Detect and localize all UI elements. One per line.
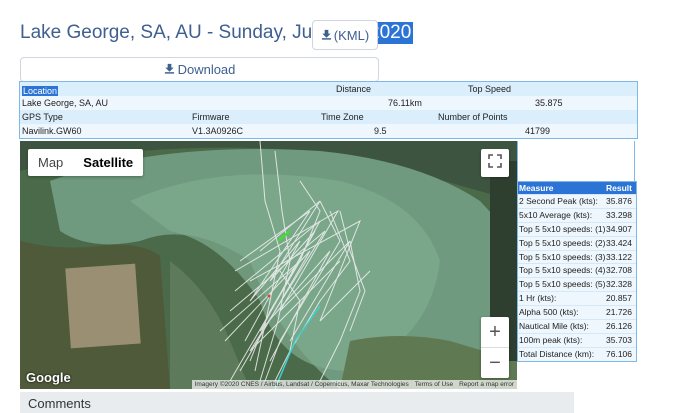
result-measure: Top 5 5x10 speeds: (4): [519, 265, 606, 276]
zoom-control: + −: [481, 317, 509, 378]
result-measure: 5x10 Average (kts):: [519, 209, 593, 220]
gps-track: [219, 141, 371, 389]
map-type-control: Map Satellite: [28, 149, 144, 176]
gps-type-header: GPS Type: [22, 112, 63, 122]
result-row: Top 5 5x10 speeds: (2) 33.424: [518, 235, 636, 250]
zoom-in-button[interactable]: +: [481, 317, 509, 347]
result-measure: Top 5 5x10 speeds: (1): [519, 223, 606, 234]
comments-section: Comments: [20, 392, 574, 413]
result-value: 20.857: [606, 293, 632, 304]
top-speed-value: 35.875: [535, 98, 563, 108]
result-value: 26.126: [606, 321, 632, 332]
map-view-button[interactable]: Map: [28, 149, 73, 176]
result-measure: Alpha 500 (kts):: [519, 307, 579, 318]
info-header-row-2: GPS Type Firmware Time Zone Number of Po…: [20, 110, 637, 124]
result-value: 21.726: [606, 307, 632, 318]
report-error-link[interactable]: Report a map error: [459, 381, 514, 388]
fullscreen-button[interactable]: [481, 149, 509, 177]
info-value-row: Lake George, SA, AU 76.11km 35.875: [20, 96, 637, 110]
satellite-view-button[interactable]: Satellite: [73, 149, 143, 176]
result-row: 5x10 Average (kts): 33.298: [518, 207, 636, 222]
result-measure: Nautical Mile (kts):: [519, 321, 589, 332]
terms-link[interactable]: Terms of Use: [415, 381, 453, 388]
result-value: 33.424: [606, 237, 632, 248]
result-row: Top 5 5x10 speeds: (1) 34.907: [518, 221, 636, 236]
measure-header: Measure: [519, 183, 554, 193]
time-zone-header: Time Zone: [321, 112, 364, 122]
google-logo: Google: [26, 370, 71, 385]
top-speed-header: Top Speed: [468, 84, 512, 94]
firmware-value: V1.3A0926C: [192, 126, 244, 136]
result-header: Result: [606, 183, 632, 193]
result-measure: 2 Second Peak (kts):: [519, 196, 598, 206]
result-row: Nautical Mile (kts): 26.126: [518, 319, 636, 333]
comments-title: Comments: [28, 396, 91, 411]
map-attribution: Imagery ©2020 CNES / Airbus, Landsat / C…: [191, 380, 517, 389]
result-value: 33.298: [606, 209, 632, 220]
points-header: Number of Points: [438, 112, 508, 122]
result-row: Total Distance (km): 76.106: [518, 346, 636, 361]
download-label: Download: [177, 62, 236, 77]
result-measure: 100m peak (kts):: [519, 334, 583, 345]
result-value: 35.703: [606, 334, 632, 345]
result-value: 34.907: [606, 223, 632, 234]
info-value-row-2: Navilink.GW60 V1.3A0926C 9.5 41799: [20, 124, 637, 138]
result-value: 76.106: [606, 348, 632, 359]
result-measure: Top 5 5x10 speeds: (3): [519, 251, 606, 262]
fullscreen-icon: [488, 153, 502, 173]
kml-download-button[interactable]: (KML): [312, 20, 378, 50]
imagery-credit: Imagery ©2020 CNES / Airbus, Landsat / C…: [194, 381, 409, 388]
result-value: 32.328: [606, 279, 632, 290]
result-row: 2 Second Peak (kts): 35.876: [518, 194, 636, 208]
result-row: Top 5 5x10 speeds: (5) 32.328: [518, 277, 636, 291]
result-measure: Top 5 5x10 speeds: (5): [519, 279, 606, 290]
download-icon: [164, 62, 175, 77]
distance-header: Distance: [336, 84, 372, 94]
firmware-header: Firmware: [192, 112, 230, 122]
session-info-table: Location Distance Top Speed Lake George,…: [19, 81, 638, 139]
result-value: 35.876: [606, 196, 632, 206]
results-panel-border: [517, 141, 635, 181]
result-row: 1 Hr (kts): 20.857: [518, 291, 636, 305]
gps-type-value: Navilink.GW60: [22, 126, 82, 136]
results-header-row: Measure Result: [518, 182, 636, 194]
kml-label: (KML): [333, 27, 370, 43]
result-measure: 1 Hr (kts):: [519, 293, 557, 304]
result-row: 100m peak (kts): 35.703: [518, 332, 636, 347]
download-button[interactable]: Download: [20, 57, 379, 82]
time-zone-value: 9.5: [374, 126, 387, 136]
result-measure: Top 5 5x10 speeds: (2): [519, 237, 606, 248]
info-header-row: Location Distance Top Speed: [20, 82, 637, 96]
result-row: Top 5 5x10 speeds: (4) 32.708: [518, 263, 636, 277]
distance-value: 76.11km: [388, 98, 422, 108]
result-row: Alpha 500 (kts): 21.726: [518, 305, 636, 319]
result-row: Top 5 5x10 speeds: (3) 33.122: [518, 249, 636, 264]
track-map[interactable]: Map Satellite + − Google Imagery ©2020 C…: [20, 141, 517, 389]
location-value: Lake George, SA, AU: [22, 98, 109, 108]
zoom-out-button[interactable]: −: [481, 348, 509, 378]
result-value: 32.708: [606, 265, 632, 276]
results-table: Measure Result 2 Second Peak (kts): 35.87…: [517, 181, 637, 362]
points-value: 41799: [525, 126, 551, 136]
location-header: Location: [22, 86, 59, 96]
result-measure: Total Distance (km):: [519, 348, 595, 359]
download-icon: [321, 28, 332, 43]
result-value: 33.122: [606, 251, 632, 262]
